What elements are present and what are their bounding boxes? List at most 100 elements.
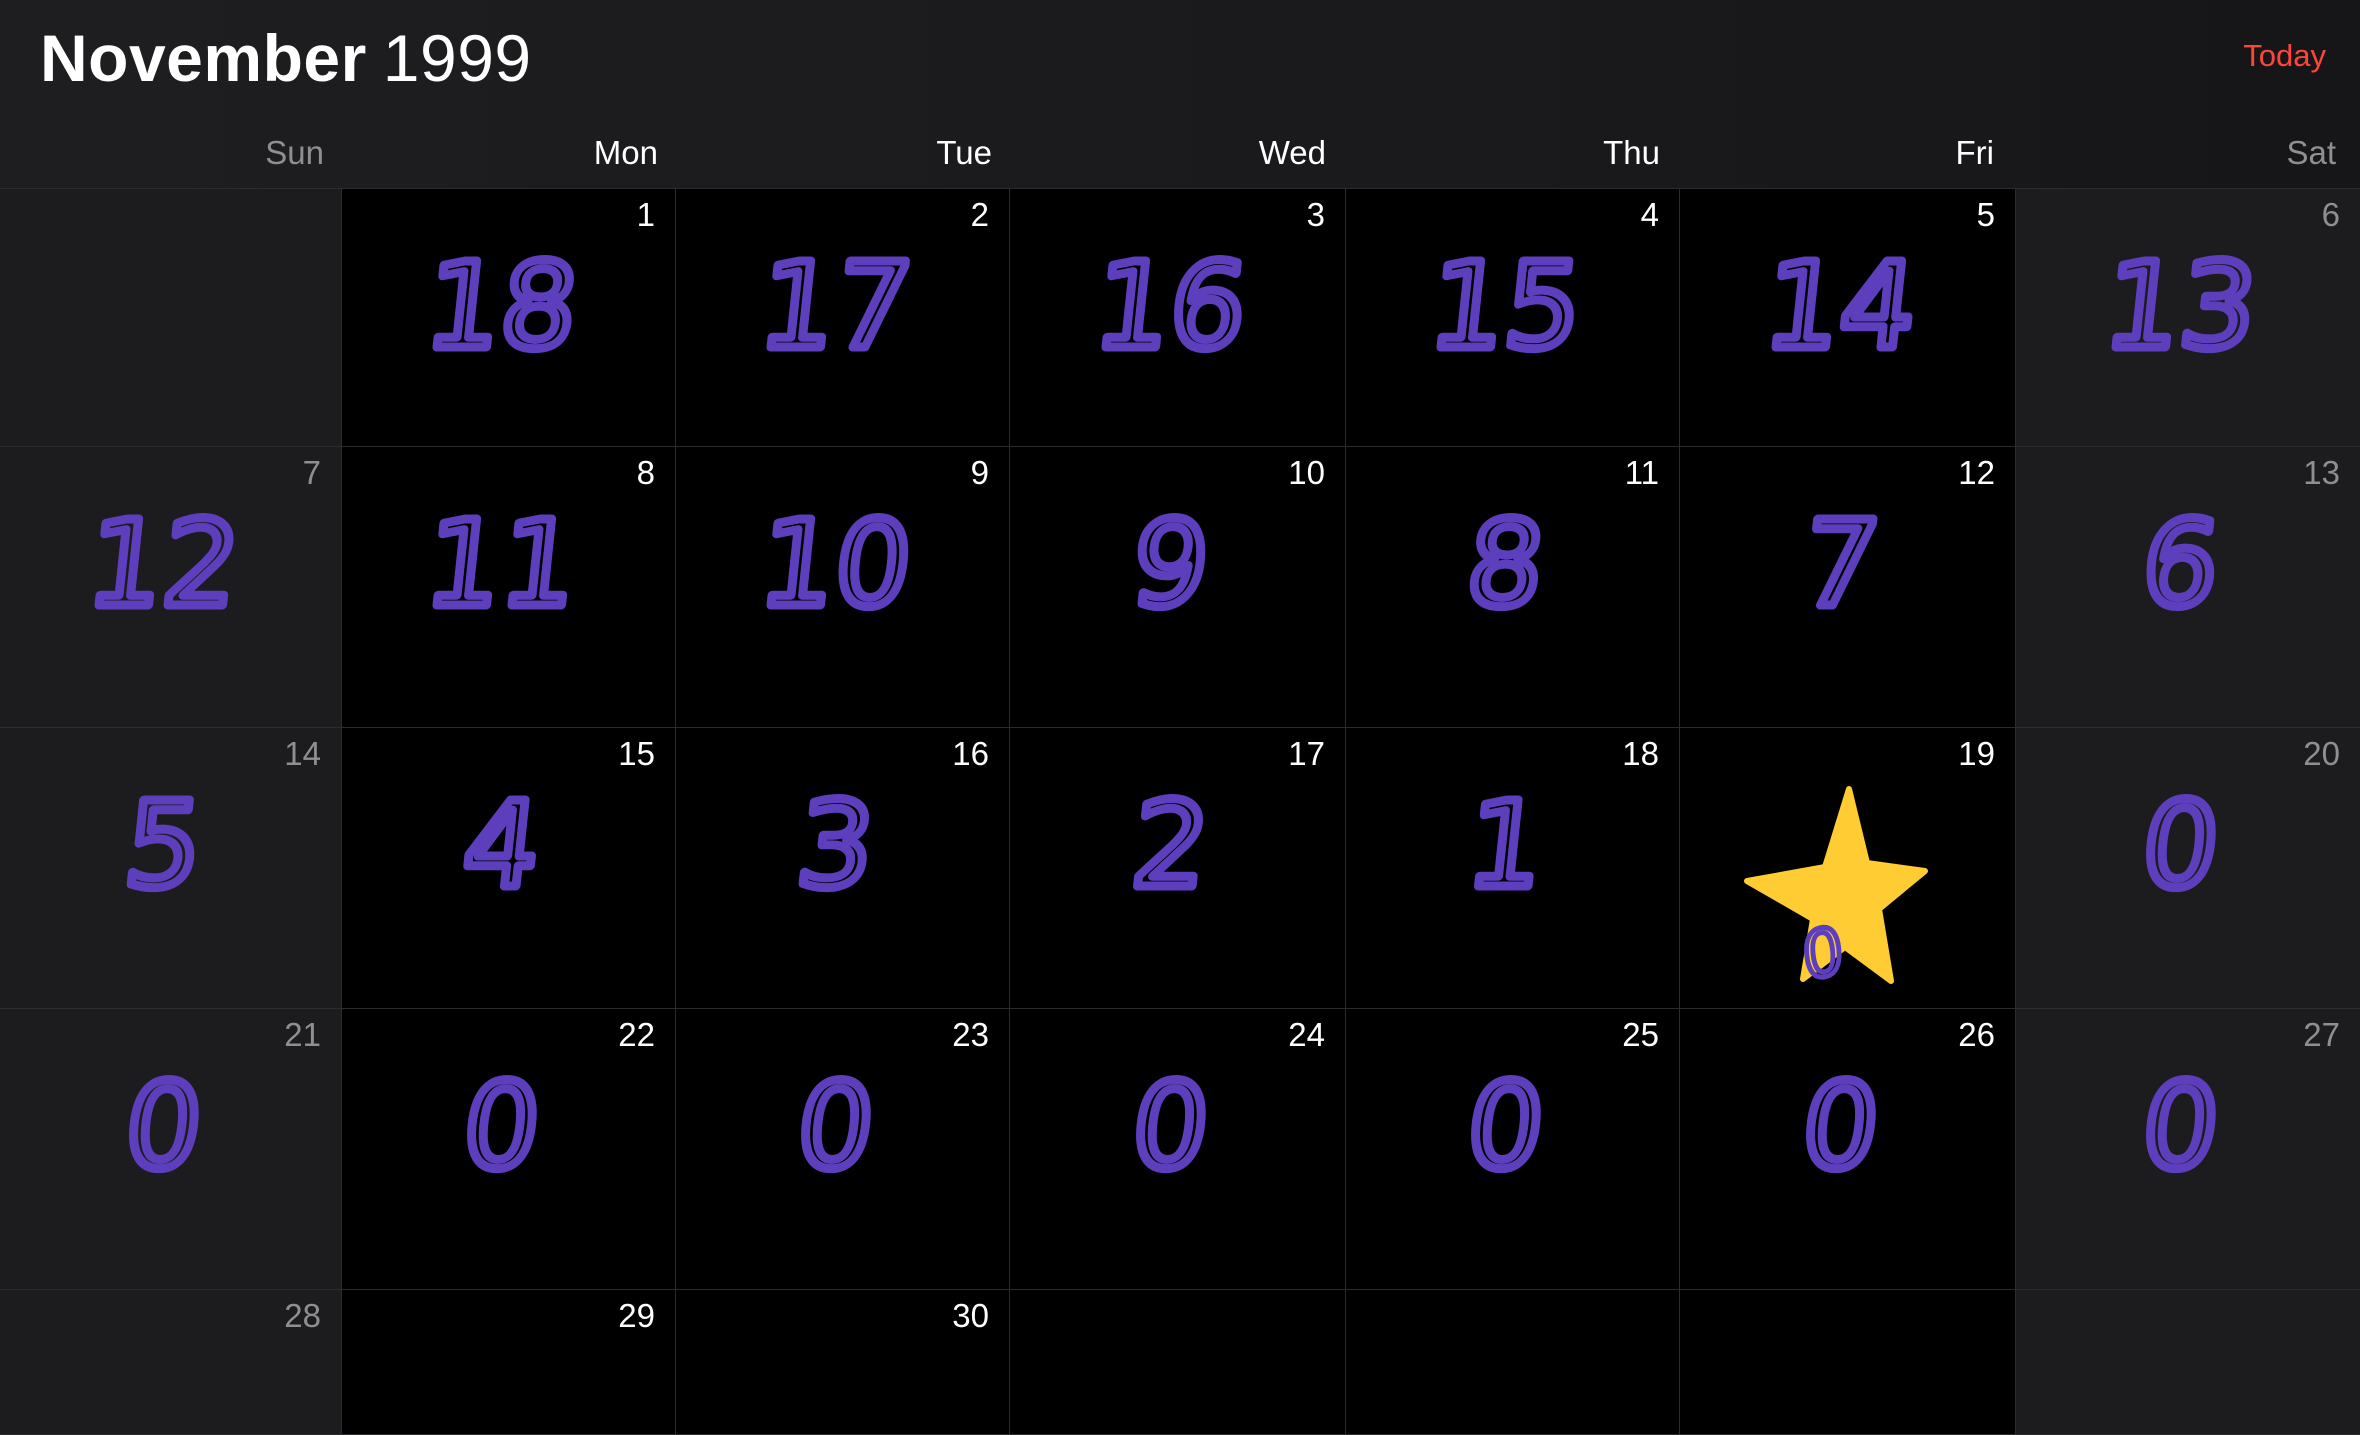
day-cell[interactable]: 28: [0, 1290, 342, 1435]
day-number: 15: [618, 735, 655, 772]
day-cell[interactable]: 15 4: [342, 728, 676, 1009]
day-cell[interactable]: 19 0: [1680, 728, 2016, 1009]
day-cell[interactable]: 4 15: [1346, 189, 1680, 447]
day-number: 11: [1624, 454, 1659, 491]
day-number: 8: [636, 454, 655, 491]
day-cell[interactable]: 23 0: [676, 1009, 1010, 1290]
countdown-number: 5: [118, 776, 208, 914]
day-cell[interactable]: 21 0: [0, 1009, 342, 1290]
day-cell[interactable]: 3 16: [1010, 189, 1346, 447]
countdown-number: 0: [118, 1057, 208, 1195]
day-number: 5: [1976, 196, 1995, 233]
handwritten-countdown: 0: [429, 1053, 589, 1200]
day-cell[interactable]: 13 6: [2016, 447, 2360, 728]
handwritten-countdown: 5: [91, 772, 251, 919]
day-cell[interactable]: 14 5: [0, 728, 342, 1009]
day-cell[interactable]: 11 8: [1346, 447, 1680, 728]
day-number: 30: [952, 1297, 989, 1334]
day-cell[interactable]: 30: [676, 1290, 1010, 1435]
day-cell[interactable]: 16 3: [676, 728, 1010, 1009]
countdown-number: 15: [1423, 237, 1588, 375]
handwritten-countdown: 13: [2094, 233, 2268, 380]
countdown-number: 3: [790, 776, 880, 914]
today-button[interactable]: Today: [2243, 38, 2326, 74]
countdown-number: 16: [1088, 237, 1253, 375]
day-cell[interactable]: 12 7: [1680, 447, 2016, 728]
day-number: 19: [1958, 735, 1995, 772]
handwritten-countdown: 0: [91, 1053, 251, 1200]
day-cell[interactable]: 25 0: [1346, 1009, 1680, 1290]
day-cell[interactable]: 20 0: [2016, 728, 2360, 1009]
year-label: 1999: [382, 21, 532, 95]
handwritten-countdown: 17: [748, 233, 923, 380]
countdown-number: 18: [419, 237, 584, 375]
day-cell[interactable]: 22 0: [342, 1009, 676, 1290]
weekday-sat: Sat: [2286, 134, 2336, 171]
handwritten-countdown: 15: [1418, 233, 1593, 380]
day-cell[interactable]: 5 14: [1680, 189, 2016, 447]
handwritten-countdown: 12: [76, 491, 251, 638]
day-cell[interactable]: [2016, 1290, 2360, 1435]
countdown-number: 10: [753, 495, 918, 633]
countdown-number: 7: [1795, 495, 1885, 633]
day-number: 23: [952, 1016, 989, 1053]
day-cell[interactable]: [1346, 1290, 1680, 1435]
day-cell[interactable]: 118: [342, 189, 676, 447]
day-number: 3: [1306, 196, 1325, 233]
handwritten-countdown: 9: [1098, 491, 1258, 638]
day-number: 20: [2303, 735, 2340, 772]
calendar-header: November 1999 Today Sun Mon Tue Wed Thu F…: [0, 0, 2360, 189]
day-number: 18: [1622, 735, 1659, 772]
day-number: 17: [1288, 735, 1325, 772]
handwritten-countdown: 2: [1098, 772, 1258, 919]
day-cell[interactable]: [1680, 1290, 2016, 1435]
day-cell[interactable]: 24 0: [1010, 1009, 1346, 1290]
day-number: 9: [970, 454, 989, 491]
day-number: 24: [1288, 1016, 1325, 1053]
day-cell[interactable]: 6 13: [2016, 189, 2360, 447]
handwritten-countdown: 1: [1433, 772, 1593, 919]
countdown-number: 12: [81, 495, 246, 633]
countdown-number: 2: [1125, 776, 1215, 914]
weekday-fri: Fri: [1955, 134, 1994, 171]
countdown-number: 11: [419, 495, 584, 633]
day-cell[interactable]: 2 17: [676, 189, 1010, 447]
day-cell[interactable]: 9 10: [676, 447, 1010, 728]
day-cell[interactable]: 27 0: [2016, 1009, 2360, 1290]
day-number: 7: [302, 454, 321, 491]
day-cell[interactable]: 17 2: [1010, 728, 1346, 1009]
day-number: 13: [2303, 454, 2340, 491]
handwritten-countdown: 16: [1083, 233, 1258, 380]
day-cell[interactable]: 29: [342, 1290, 676, 1435]
handwritten-countdown: 0: [1768, 1053, 1928, 1200]
day-number: 2: [970, 196, 989, 233]
handwritten-countdown: 0: [1433, 1053, 1593, 1200]
weekday-tue: Tue: [936, 134, 992, 171]
day-cell[interactable]: 7 12: [0, 447, 342, 728]
day-number: 28: [284, 1297, 321, 1334]
handwritten-countdown: 18: [414, 233, 589, 380]
day-cell[interactable]: [1010, 1290, 1346, 1435]
weekday-thu: Thu: [1603, 134, 1660, 171]
day-number: 4: [1640, 196, 1659, 233]
day-cell[interactable]: 26 0: [1680, 1009, 2016, 1290]
countdown-number: 0: [1799, 913, 1847, 996]
handwritten-countdown: 8: [1433, 491, 1593, 638]
day-cell[interactable]: 18 1: [1346, 728, 1680, 1009]
countdown-number: 0: [2136, 776, 2226, 914]
countdown-number: 6: [2136, 495, 2226, 633]
day-number: 12: [1958, 454, 1995, 491]
month-name: November: [40, 21, 367, 95]
day-cell[interactable]: 10 9: [1010, 447, 1346, 728]
handwritten-countdown: 0: [2108, 772, 2268, 919]
countdown-number: 0: [1460, 1057, 1550, 1195]
day-cell[interactable]: [0, 189, 342, 447]
handwritten-countdown: 0: [2108, 1053, 2268, 1200]
handwritten-countdown: 0: [763, 1053, 923, 1200]
handwritten-countdown: 10: [748, 491, 923, 638]
day-cell[interactable]: 8 11: [342, 447, 676, 728]
countdown-number: 4: [456, 776, 546, 914]
countdown-number: 0: [790, 1057, 880, 1195]
handwritten-countdown: 7: [1768, 491, 1928, 638]
countdown-number: 0: [1125, 1057, 1215, 1195]
